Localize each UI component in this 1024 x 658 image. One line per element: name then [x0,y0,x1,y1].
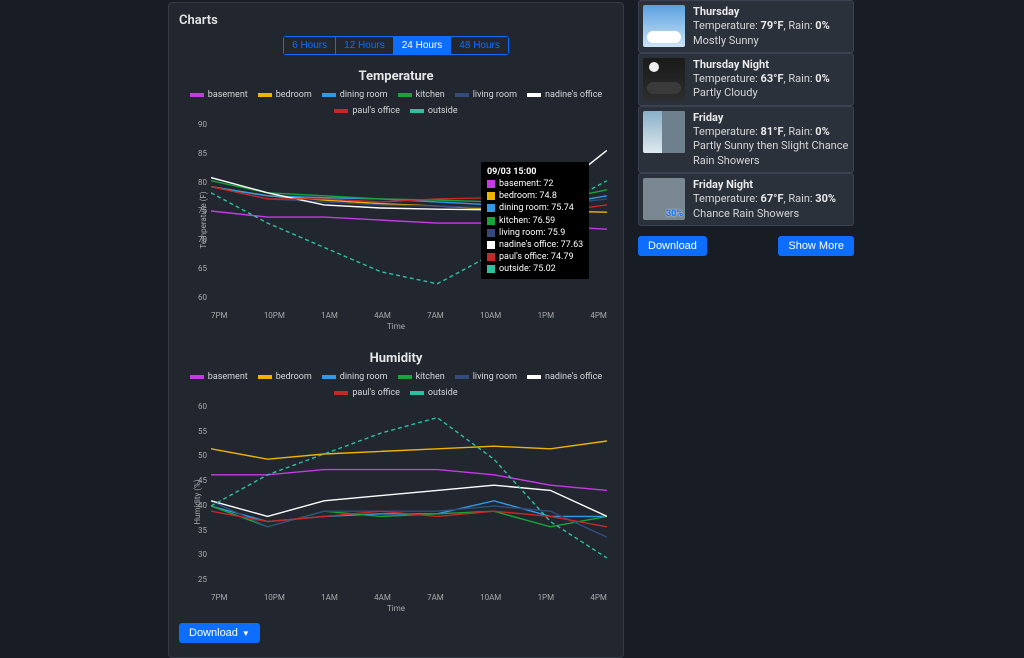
forecast-stats: Temperature: 79°F, Rain: 0% [693,19,849,33]
legend-item[interactable]: outside [410,106,458,116]
forecast-title: Thursday Night [693,58,849,72]
forecast-title: Thursday [693,5,849,19]
caret-down-icon: ▼ [242,629,250,638]
y-ticks: 6055504540353025 [181,402,207,584]
forecast-stats: Temperature: 63°F, Rain: 0% [693,72,849,86]
forecast-body: Thursday NightTemperature: 63°F, Rain: 0… [693,58,849,101]
forecast-body: Friday NightTemperature: 67°F, Rain: 30%… [693,178,849,221]
legend-item[interactable]: paul's office [334,388,400,398]
range-button-12-hours[interactable]: 12 Hours [336,36,394,55]
range-button-6-hours[interactable]: 6 Hours [283,36,336,55]
legend-item[interactable]: dining room [322,90,388,100]
sidebar-download-button[interactable]: Download [638,236,707,256]
x-ticks: 7PM10PM1AM4AM7AM10AM1PM4PM [211,593,607,602]
charts-panel: Charts 6 Hours12 Hours24 Hours48 Hours T… [168,2,624,658]
legend-item[interactable]: kitchen [398,90,445,100]
forecast-thumb: 30% [643,178,685,220]
legend-item[interactable]: living room [455,372,517,382]
range-selector: 6 Hours12 Hours24 Hours48 Hours [179,36,613,55]
download-button[interactable]: Download ▼ [179,623,260,643]
forecast-desc: Chance Rain Showers [693,207,849,221]
legend-item[interactable]: outside [410,388,458,398]
forecast-thumb [643,58,685,100]
forecast-title: Friday [693,111,849,125]
forecast-body: FridayTemperature: 81°F, Rain: 0%Partly … [693,111,849,168]
forecast-desc: Partly Cloudy [693,86,849,100]
forecast-stats: Temperature: 81°F, Rain: 0% [693,125,849,139]
chart-title: Temperature [179,69,613,84]
forecast-desc: Mostly Sunny [693,34,849,48]
download-label: Download [189,627,238,639]
series-line [211,211,607,229]
series-line [211,418,607,558]
legend-item[interactable]: basement [190,90,248,100]
chart-area[interactable]: Humidity (%)60555045403530257PM10PM1AM4A… [181,402,611,602]
legend-item[interactable]: nadine's office [527,372,602,382]
forecast-card[interactable]: FridayTemperature: 81°F, Rain: 0%Partly … [638,106,854,173]
x-ticks: 7PM10PM1AM4AM7AM10AM1PM4PM [211,311,607,320]
forecast-card[interactable]: Thursday NightTemperature: 63°F, Rain: 0… [638,53,854,106]
forecast-body: ThursdayTemperature: 79°F, Rain: 0%Mostl… [693,5,849,48]
legend-item[interactable]: paul's office [334,106,400,116]
show-more-button[interactable]: Show More [778,236,854,256]
legend-item[interactable]: bedroom [258,372,312,382]
chart-title: Humidity [179,351,613,366]
x-axis-label: Time [179,322,613,331]
series-line [211,470,607,491]
panel-title: Charts [179,13,613,28]
legend-item[interactable]: nadine's office [527,90,602,100]
forecast-thumb [643,111,685,153]
legend-item[interactable]: kitchen [398,372,445,382]
forecast-sidebar: ThursdayTemperature: 79°F, Rain: 0%Mostl… [638,0,854,658]
range-button-48-hours[interactable]: 48 Hours [451,36,509,55]
forecast-thumb [643,5,685,47]
range-button-24-hours[interactable]: 24 Hours [394,36,452,55]
chart-legend: basement bedroom dining room kitchen living … [179,372,613,398]
legend-item[interactable]: dining room [322,372,388,382]
legend-item[interactable]: bedroom [258,90,312,100]
forecast-desc: Partly Sunny then Slight Chance Rain Sho… [693,139,849,168]
forecast-card[interactable]: 30%Friday NightTemperature: 67°F, Rain: … [638,173,854,226]
chart-area[interactable]: Temperature (F)908580757065607PM10PM1AM4… [181,120,611,320]
legend-item[interactable]: basement [190,372,248,382]
forecast-title: Friday Night [693,178,849,192]
chart-legend: basement bedroom dining room kitchen living … [179,90,613,116]
legend-item[interactable]: living room [455,90,517,100]
forecast-card[interactable]: ThursdayTemperature: 79°F, Rain: 0%Mostl… [638,0,854,53]
forecast-stats: Temperature: 67°F, Rain: 30% [693,192,849,206]
x-axis-label: Time [179,604,613,613]
series-line [211,441,607,459]
y-ticks: 90858075706560 [181,120,207,302]
